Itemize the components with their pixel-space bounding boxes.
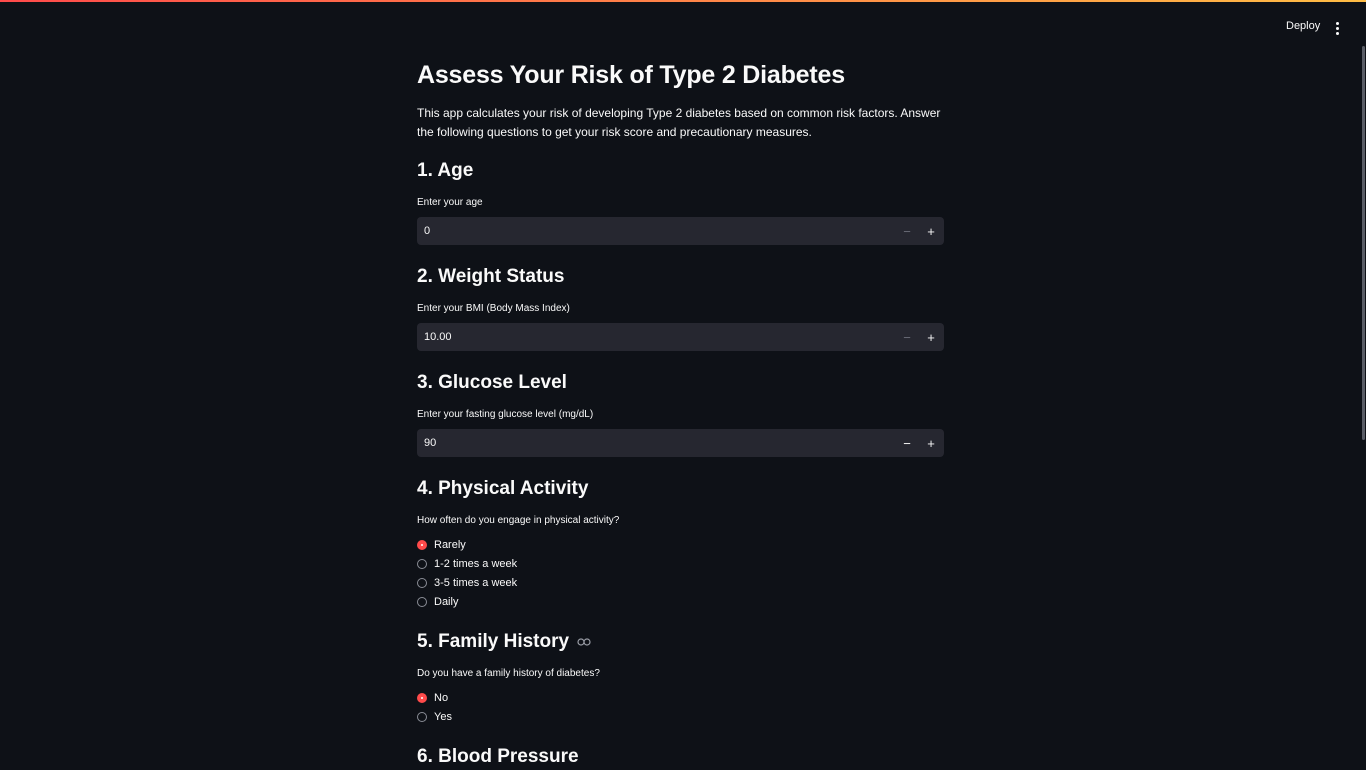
radio-label: Daily — [434, 595, 459, 608]
radio-label: Rarely — [434, 538, 466, 551]
bmi-field[interactable] — [417, 322, 886, 352]
activity-option-rarely[interactable]: Rarely — [417, 535, 619, 554]
page-title: Assess Your Risk of Type 2 Diabetes — [417, 61, 845, 89]
family-section: 5. Family History Do you have a family h… — [417, 629, 600, 726]
glucose-heading-text: 3. Glucose Level — [417, 372, 567, 393]
activity-heading: 4. Physical Activity — [417, 476, 619, 502]
bmi-label: Enter your BMI (Body Mass Index) — [417, 303, 570, 314]
main-content: Assess Your Risk of Type 2 Diabetes This… — [417, 58, 945, 767]
family-option-yes[interactable]: Yes — [417, 707, 600, 726]
radio-empty-icon[interactable] — [417, 711, 427, 722]
bmi-decrement-button[interactable]: − — [896, 327, 918, 347]
radio-empty-icon[interactable] — [417, 577, 427, 588]
menu-dot — [1335, 31, 1339, 35]
blood-pressure-heading-text: 6. Blood Pressure — [417, 746, 579, 767]
glucose-decrement-button[interactable]: − — [896, 433, 918, 453]
family-radio-group: No Yes — [417, 688, 600, 726]
family-option-no[interactable]: No — [417, 688, 600, 707]
age-label: Enter your age — [417, 197, 483, 208]
page-scrollbar[interactable] — [1362, 46, 1365, 440]
radio-label: 1-2 times a week — [434, 557, 518, 570]
menu-dot — [1335, 26, 1339, 30]
kebab-menu-icon[interactable] — [1328, 18, 1346, 38]
intro-text: This app calculates your risk of develop… — [417, 106, 941, 139]
activity-option-3-5-week[interactable]: 3-5 times a week — [417, 573, 619, 592]
radio-label: 3-5 times a week — [434, 576, 518, 589]
activity-option-1-2-week[interactable]: 1-2 times a week — [417, 554, 619, 573]
weight-heading-text: 2. Weight Status — [417, 266, 565, 287]
bmi-number-input: − + — [417, 322, 944, 352]
age-increment-button[interactable]: + — [920, 221, 942, 241]
radio-label: Yes — [434, 710, 452, 723]
bmi-increment-button[interactable]: + — [920, 327, 942, 347]
age-decrement-button[interactable]: − — [896, 221, 918, 241]
menu-dot — [1335, 21, 1339, 25]
family-label: Do you have a family history of diabetes… — [417, 668, 600, 679]
glucose-section: 3. Glucose Level Enter your fasting gluc… — [417, 370, 944, 458]
glucose-number-input: − + — [417, 428, 944, 458]
age-heading: 1. Age — [417, 158, 944, 184]
activity-radio-group: Rarely 1-2 times a week 3-5 times a week… — [417, 535, 619, 611]
radio-selected-icon[interactable] — [417, 539, 427, 550]
blood-pressure-section: 6. Blood Pressure — [417, 744, 579, 770]
app-header: Deploy — [0, 2, 1366, 52]
glucose-heading: 3. Glucose Level — [417, 370, 944, 396]
deploy-button[interactable]: Deploy — [1276, 18, 1330, 34]
radio-selected-icon[interactable] — [417, 692, 427, 703]
activity-section: 4. Physical Activity How often do you en… — [417, 476, 619, 611]
blood-pressure-heading: 6. Blood Pressure — [417, 744, 579, 770]
age-heading-text: 1. Age — [417, 160, 474, 181]
glucose-label: Enter your fasting glucose level (mg/dL) — [417, 409, 594, 420]
activity-label: How often do you engage in physical acti… — [417, 515, 620, 526]
family-heading: 5. Family History — [417, 629, 600, 655]
radio-label: No — [434, 691, 449, 704]
age-field[interactable] — [417, 216, 886, 246]
age-section: 1. Age Enter your age − + — [417, 158, 944, 246]
glucose-increment-button[interactable]: + — [920, 433, 942, 453]
weight-heading: 2. Weight Status — [417, 264, 944, 290]
radio-empty-icon[interactable] — [417, 558, 427, 569]
activity-option-daily[interactable]: Daily — [417, 592, 619, 611]
radio-empty-icon[interactable] — [417, 596, 427, 607]
glucose-field[interactable] — [417, 428, 886, 458]
family-heading-text: 5. Family History — [417, 631, 570, 652]
weight-section: 2. Weight Status Enter your BMI (Body Ma… — [417, 264, 944, 352]
activity-heading-text: 4. Physical Activity — [417, 478, 589, 499]
age-number-input: − + — [417, 216, 944, 246]
anchor-link-icon[interactable] — [577, 638, 591, 646]
